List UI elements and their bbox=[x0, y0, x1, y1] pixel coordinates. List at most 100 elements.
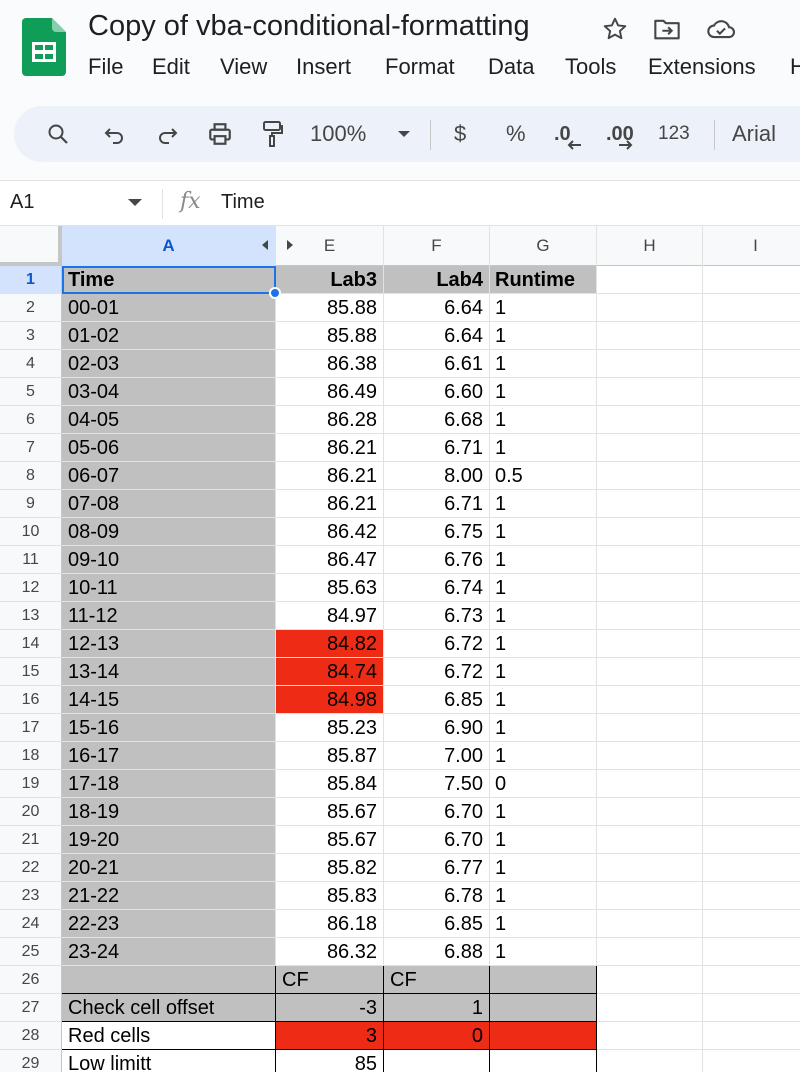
cell-a10[interactable]: 08-09 bbox=[62, 518, 276, 546]
cell-e18[interactable]: 85.87 bbox=[276, 742, 384, 770]
row-header-2[interactable]: 2 bbox=[0, 294, 62, 322]
cell-a1[interactable]: Time bbox=[62, 266, 276, 294]
cell-h27[interactable] bbox=[597, 994, 703, 1022]
cell-g26[interactable] bbox=[490, 966, 597, 994]
cell-f18[interactable]: 7.00 bbox=[384, 742, 490, 770]
name-box[interactable]: A1 bbox=[10, 191, 34, 214]
cell-i1[interactable] bbox=[703, 266, 800, 294]
cell-g4[interactable]: 1 bbox=[490, 350, 597, 378]
cell-g18[interactable]: 1 bbox=[490, 742, 597, 770]
cell-g14[interactable]: 1 bbox=[490, 630, 597, 658]
cell-e14[interactable]: 84.82 bbox=[276, 630, 384, 658]
cell-i17[interactable] bbox=[703, 714, 800, 742]
cell-g3[interactable]: 1 bbox=[490, 322, 597, 350]
cell-a17[interactable]: 15-16 bbox=[62, 714, 276, 742]
cell-f2[interactable]: 6.64 bbox=[384, 294, 490, 322]
menu-edit[interactable]: Edit bbox=[152, 54, 220, 80]
column-header-f[interactable]: F bbox=[384, 226, 490, 266]
google-sheets-logo-icon[interactable] bbox=[22, 18, 66, 76]
cell-f15[interactable]: 6.72 bbox=[384, 658, 490, 686]
row-header-24[interactable]: 24 bbox=[0, 910, 62, 938]
cell-f11[interactable]: 6.76 bbox=[384, 546, 490, 574]
row-header-22[interactable]: 22 bbox=[0, 854, 62, 882]
cell-h9[interactable] bbox=[597, 490, 703, 518]
column-header-h[interactable]: H bbox=[597, 226, 703, 266]
cell-e2[interactable]: 85.88 bbox=[276, 294, 384, 322]
column-header-g[interactable]: G bbox=[490, 226, 597, 266]
menu-format[interactable]: Format bbox=[385, 54, 488, 80]
cell-f29[interactable] bbox=[384, 1050, 490, 1072]
cell-f1[interactable]: Lab4 bbox=[384, 266, 490, 294]
cell-f28[interactable]: 0 bbox=[384, 1022, 490, 1050]
cell-a3[interactable]: 01-02 bbox=[62, 322, 276, 350]
cell-g15[interactable]: 1 bbox=[490, 658, 597, 686]
cell-h17[interactable] bbox=[597, 714, 703, 742]
cell-h29[interactable] bbox=[597, 1050, 703, 1072]
cell-f6[interactable]: 6.68 bbox=[384, 406, 490, 434]
cell-h7[interactable] bbox=[597, 434, 703, 462]
select-all-corner[interactable] bbox=[0, 226, 62, 266]
hidden-columns-left-arrow-icon[interactable] bbox=[262, 240, 268, 250]
cell-e17[interactable]: 85.23 bbox=[276, 714, 384, 742]
cell-g23[interactable]: 1 bbox=[490, 882, 597, 910]
row-header-15[interactable]: 15 bbox=[0, 658, 62, 686]
cell-a28[interactable]: Red cells bbox=[62, 1022, 276, 1050]
cell-i26[interactable] bbox=[703, 966, 800, 994]
cell-f27[interactable]: 1 bbox=[384, 994, 490, 1022]
cell-h6[interactable] bbox=[597, 406, 703, 434]
cell-i20[interactable] bbox=[703, 798, 800, 826]
cell-g8[interactable]: 0.5 bbox=[490, 462, 597, 490]
cell-g9[interactable]: 1 bbox=[490, 490, 597, 518]
cell-f25[interactable]: 6.88 bbox=[384, 938, 490, 966]
cell-i12[interactable] bbox=[703, 574, 800, 602]
cell-a18[interactable]: 16-17 bbox=[62, 742, 276, 770]
cell-a6[interactable]: 04-05 bbox=[62, 406, 276, 434]
cell-f17[interactable]: 6.90 bbox=[384, 714, 490, 742]
redo-icon[interactable] bbox=[152, 118, 184, 150]
cell-e12[interactable]: 85.63 bbox=[276, 574, 384, 602]
cell-f5[interactable]: 6.60 bbox=[384, 378, 490, 406]
cell-e6[interactable]: 86.28 bbox=[276, 406, 384, 434]
cell-h14[interactable] bbox=[597, 630, 703, 658]
cell-i22[interactable] bbox=[703, 854, 800, 882]
chevron-down-icon[interactable] bbox=[394, 118, 414, 150]
cell-a5[interactable]: 03-04 bbox=[62, 378, 276, 406]
cell-g2[interactable]: 1 bbox=[490, 294, 597, 322]
zoom-select[interactable]: 100% bbox=[310, 118, 366, 150]
cell-f20[interactable]: 6.70 bbox=[384, 798, 490, 826]
cell-i14[interactable] bbox=[703, 630, 800, 658]
row-header-8[interactable]: 8 bbox=[0, 462, 62, 490]
cell-e9[interactable]: 86.21 bbox=[276, 490, 384, 518]
name-box-dropdown-icon[interactable] bbox=[128, 199, 142, 206]
cell-e4[interactable]: 86.38 bbox=[276, 350, 384, 378]
menu-view[interactable]: View bbox=[220, 54, 296, 80]
cell-g1[interactable]: Runtime bbox=[490, 266, 597, 294]
cell-e19[interactable]: 85.84 bbox=[276, 770, 384, 798]
column-header-a[interactable]: A bbox=[62, 226, 276, 266]
cell-e5[interactable]: 86.49 bbox=[276, 378, 384, 406]
cell-a22[interactable]: 20-21 bbox=[62, 854, 276, 882]
cell-h13[interactable] bbox=[597, 602, 703, 630]
row-header-11[interactable]: 11 bbox=[0, 546, 62, 574]
cell-f7[interactable]: 6.71 bbox=[384, 434, 490, 462]
cell-g21[interactable]: 1 bbox=[490, 826, 597, 854]
row-header-5[interactable]: 5 bbox=[0, 378, 62, 406]
menu-data[interactable]: Data bbox=[488, 54, 565, 80]
cell-f26[interactable]: CF bbox=[384, 966, 490, 994]
cell-e11[interactable]: 86.47 bbox=[276, 546, 384, 574]
menu-file[interactable]: File bbox=[88, 54, 152, 80]
cell-g13[interactable]: 1 bbox=[490, 602, 597, 630]
cell-i27[interactable] bbox=[703, 994, 800, 1022]
cell-g27[interactable] bbox=[490, 994, 597, 1022]
cell-f12[interactable]: 6.74 bbox=[384, 574, 490, 602]
cell-a26[interactable] bbox=[62, 966, 276, 994]
row-header-21[interactable]: 21 bbox=[0, 826, 62, 854]
cell-i13[interactable] bbox=[703, 602, 800, 630]
menu-extensions[interactable]: Extensions bbox=[648, 54, 790, 80]
cell-f22[interactable]: 6.77 bbox=[384, 854, 490, 882]
cell-a27[interactable]: Check cell offset bbox=[62, 994, 276, 1022]
cell-a29[interactable]: Low limitt bbox=[62, 1050, 276, 1072]
cell-h18[interactable] bbox=[597, 742, 703, 770]
cell-a8[interactable]: 06-07 bbox=[62, 462, 276, 490]
cell-i10[interactable] bbox=[703, 518, 800, 546]
